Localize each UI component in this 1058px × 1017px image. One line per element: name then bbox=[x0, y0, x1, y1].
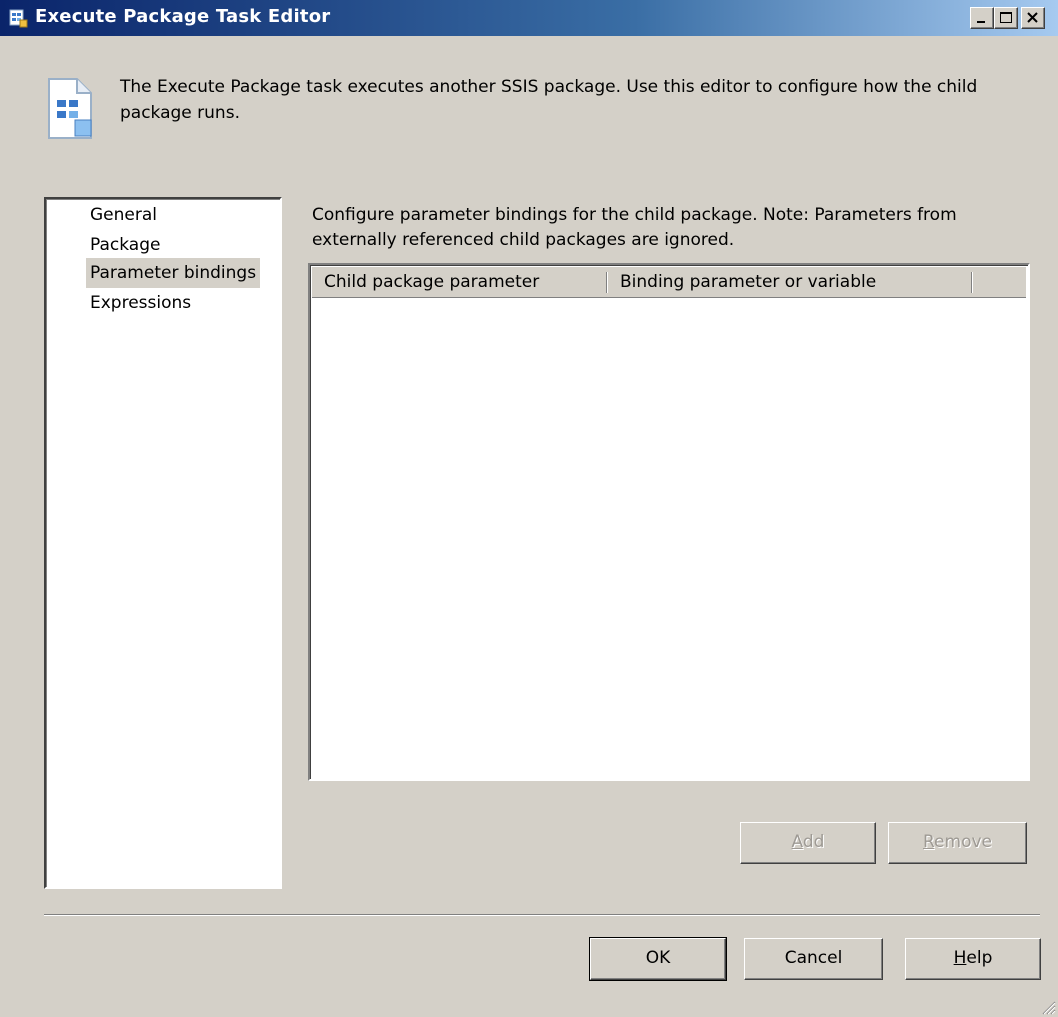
grid-header: Child package parameter Binding paramete… bbox=[312, 267, 1026, 298]
add-mnemonic: A bbox=[791, 832, 803, 852]
help-mnemonic: H bbox=[953, 948, 967, 968]
parameter-bindings-note: Configure parameter bindings for the chi… bbox=[312, 205, 957, 250]
title-bar[interactable]: Execute Package Task Editor bbox=[0, 0, 1058, 36]
column-separator[interactable] bbox=[971, 272, 972, 293]
nav-item-package[interactable]: Package bbox=[86, 230, 164, 260]
package-document-icon bbox=[48, 78, 92, 139]
minimize-icon bbox=[977, 21, 985, 23]
add-label: dd bbox=[802, 832, 825, 852]
footer-separator-highlight bbox=[44, 915, 1040, 916]
maximize-button[interactable] bbox=[994, 7, 1018, 29]
maximize-icon bbox=[1000, 12, 1012, 23]
page-navigation-list[interactable]: General Package Parameter bindings Expre… bbox=[44, 197, 282, 889]
nav-item-parameter-bindings[interactable]: Parameter bindings bbox=[86, 258, 261, 288]
remove-button[interactable]: Remove bbox=[888, 822, 1027, 864]
remove-mnemonic: R bbox=[922, 832, 935, 852]
description-text: The Execute Package task executes anothe… bbox=[120, 77, 978, 123]
cancel-button[interactable]: Cancel bbox=[744, 938, 883, 980]
parameter-bindings-grid[interactable]: Child package parameter Binding paramete… bbox=[308, 263, 1030, 781]
column-header-binding-parameter[interactable]: Binding parameter or variable bbox=[608, 267, 972, 297]
window-title: Execute Package Task Editor bbox=[35, 6, 331, 27]
add-button[interactable]: Add bbox=[740, 822, 876, 864]
close-icon bbox=[1027, 12, 1038, 23]
resize-grip-icon[interactable] bbox=[1038, 997, 1056, 1015]
help-label: elp bbox=[966, 948, 993, 968]
package-task-icon bbox=[9, 9, 28, 28]
remove-label: emove bbox=[934, 832, 992, 852]
nav-item-general[interactable]: General bbox=[86, 200, 161, 230]
minimize-button[interactable] bbox=[970, 7, 994, 29]
column-header-child-package-parameter[interactable]: Child package parameter bbox=[312, 267, 604, 297]
help-button[interactable]: Help bbox=[905, 938, 1041, 980]
ok-button[interactable]: OK bbox=[589, 937, 727, 981]
nav-item-expressions[interactable]: Expressions bbox=[86, 288, 195, 318]
column-separator[interactable] bbox=[606, 272, 607, 293]
close-button[interactable] bbox=[1021, 7, 1045, 29]
